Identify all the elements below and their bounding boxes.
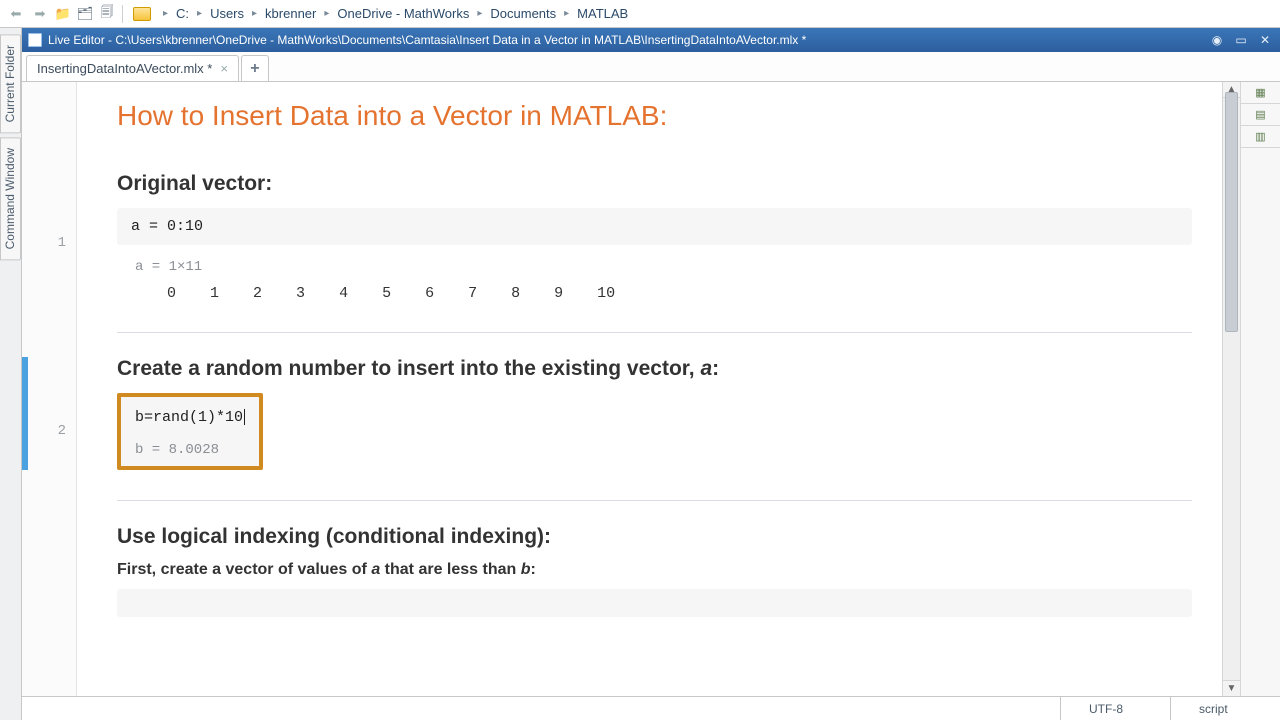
heading-text: : [712,357,719,380]
code-text: b=rand(1)*10 [135,409,243,426]
folder-icon [133,7,151,21]
nav-forward-button[interactable]: ➡ [30,4,50,24]
chevron-right-icon: ▸ [159,8,172,19]
code-block-empty[interactable] [117,589,1192,617]
live-editor-panel: Live Editor - C:\Users\kbrenner\OneDrive… [22,28,1280,720]
breadcrumb-item[interactable]: Documents [488,4,558,23]
compare-icon[interactable]: 🗐 [98,5,116,23]
close-icon[interactable]: × [220,61,228,76]
subnote-text: that are less than [380,561,521,578]
breadcrumb[interactable]: ▸ C: ▸ Users ▸ kbrenner ▸ OneDrive - Mat… [159,4,1274,23]
output-value: 10 [597,285,615,302]
document-icon [28,33,42,47]
chevron-right-icon: ▸ [193,8,206,19]
maximize-button[interactable]: ▭ [1232,32,1250,48]
docked-panel-tabs: Current Folder Command Window [0,28,22,720]
breadcrumb-item[interactable]: MATLAB [575,4,630,23]
right-rails: ▲ ▼ ▦ ▤ ▥ [1222,82,1280,696]
toolbar-separator [122,5,123,23]
editor-title: Live Editor - C:\Users\kbrenner\OneDrive… [48,33,1202,47]
code-block[interactable]: b=rand(1)*10 [131,403,249,432]
status-mode[interactable]: script [1170,697,1280,720]
new-tab-button[interactable]: + [241,55,269,81]
output-line: b = 8.0028 [131,432,249,460]
output-value: 5 [382,285,391,302]
scroll-down-button[interactable]: ▼ [1223,680,1240,696]
output-value: 1 [210,285,219,302]
section-heading: Create a random number to insert into th… [117,357,1192,381]
help-button[interactable]: ◉ [1208,32,1226,48]
breadcrumb-item[interactable]: kbrenner [263,4,318,23]
address-toolbar: ⬅ ➡ 📁 🗂 🗐 ▸ C: ▸ Users ▸ kbrenner ▸ OneD… [0,0,1280,28]
heading-var: a [700,357,712,380]
output-value: 8 [511,285,520,302]
file-tabstrip: InsertingDataIntoAVector.mlx * × + [22,52,1280,82]
section-divider [117,332,1192,333]
output-value: 3 [296,285,305,302]
view-output-right-button[interactable]: ▤ [1241,104,1280,126]
status-encoding[interactable]: UTF-8 [1060,697,1170,720]
chevron-right-icon: ▸ [473,8,486,19]
section-logical-indexing: Use logical indexing (conditional indexi… [117,525,1192,617]
section-random-number: Create a random number to insert into th… [117,357,1192,470]
close-button[interactable]: ✕ [1256,32,1274,48]
folder-open-icon[interactable]: 🗂 [76,5,94,23]
view-hide-code-button[interactable]: ▥ [1241,126,1280,148]
section-original-vector: Original vector: a = 0:10 a = 1×11 0 1 2… [117,172,1192,302]
folder-up-icon[interactable]: 📁 [54,5,72,23]
output-value: 6 [425,285,434,302]
text-cursor [244,409,245,425]
breadcrumb-item[interactable]: C: [174,4,191,23]
subnote-var: b [521,561,531,578]
view-output-inline-button[interactable]: ▦ [1241,82,1280,104]
output-value: 9 [554,285,563,302]
breadcrumb-item[interactable]: Users [208,4,246,23]
document-wrap: 1 2 How to Insert Data into a Vector in … [22,82,1280,696]
output-value: 7 [468,285,477,302]
heading-text: Create a random number to insert into th… [117,357,700,380]
output-values: 0 1 2 3 4 5 6 7 8 9 10 [117,285,1192,302]
breadcrumb-item[interactable]: OneDrive - MathWorks [335,4,471,23]
code-block[interactable]: a = 0:10 [117,208,1192,245]
subnote-text: First, create a vector of values of [117,561,371,578]
file-tab-label: InsertingDataIntoAVector.mlx * [37,61,212,76]
output-label: a = 1×11 [117,251,1192,279]
command-window-tab[interactable]: Command Window [0,137,21,260]
page-title: How to Insert Data into a Vector in MATL… [117,100,1192,132]
status-bar: UTF-8 script [22,696,1280,720]
editor-titlebar: Live Editor - C:\Users\kbrenner\OneDrive… [22,28,1280,52]
chevron-right-icon: ▸ [560,8,573,19]
document-content[interactable]: How to Insert Data into a Vector in MATL… [77,82,1222,696]
document-scroll[interactable]: 1 2 How to Insert Data into a Vector in … [22,82,1222,696]
chevron-right-icon: ▸ [248,8,261,19]
main-area: Current Folder Command Window Live Edito… [0,28,1280,720]
line-number: 1 [22,232,76,254]
current-folder-tab[interactable]: Current Folder [0,34,21,133]
line-number: 2 [22,420,76,442]
file-tab-active[interactable]: InsertingDataIntoAVector.mlx * × [26,55,239,81]
chevron-right-icon: ▸ [320,8,333,19]
scroll-thumb[interactable] [1225,92,1238,332]
section-divider [117,500,1192,501]
section-heading: Original vector: [117,172,1192,196]
output-value: 4 [339,285,348,302]
view-mode-rail: ▦ ▤ ▥ [1240,82,1280,696]
output-value: 0 [167,285,176,302]
section-heading: Use logical indexing (conditional indexi… [117,525,1192,549]
subnote-var: a [371,561,380,578]
vertical-scrollbar[interactable]: ▲ ▼ [1222,82,1240,696]
section-subnote: First, create a vector of values of a th… [117,561,1192,579]
subnote-text: : [531,561,536,578]
highlighted-code-box: b=rand(1)*10 b = 8.0028 [117,393,263,470]
nav-back-button[interactable]: ⬅ [6,4,26,24]
output-value: 2 [253,285,262,302]
line-number-gutter: 1 2 [22,82,77,696]
